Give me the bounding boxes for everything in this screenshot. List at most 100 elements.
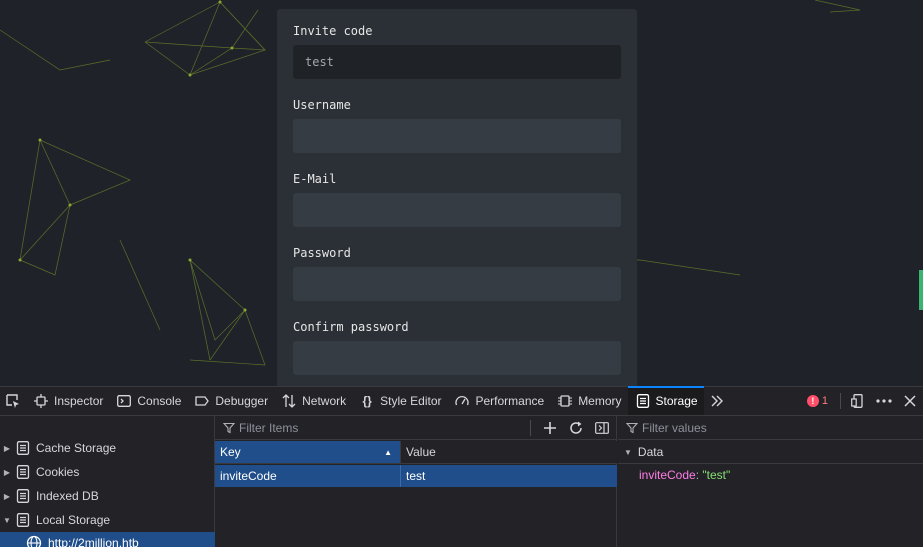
column-header-key[interactable]: Key ▲ bbox=[215, 441, 401, 464]
database-icon bbox=[16, 513, 30, 527]
refresh-button[interactable] bbox=[565, 417, 587, 439]
filter-icon bbox=[626, 422, 638, 433]
tab-label: Debugger bbox=[215, 394, 269, 408]
storage-sidebar: ▶ Cache Storage ▶ Cookies ▶ Indexed DB ▼… bbox=[0, 416, 215, 547]
tree-item-label: Local Storage bbox=[36, 513, 111, 527]
tree-item-origin[interactable]: http://2million.htb bbox=[0, 532, 215, 547]
table-actions bbox=[530, 416, 613, 440]
responsive-mode-icon bbox=[851, 394, 863, 408]
filter-values-bar bbox=[618, 416, 923, 440]
detail-value: "test" bbox=[702, 468, 731, 482]
username-field[interactable] bbox=[293, 119, 621, 153]
database-icon bbox=[16, 465, 30, 479]
tab-network[interactable]: Network bbox=[274, 387, 352, 415]
table-header: Key ▲ Value bbox=[215, 441, 617, 464]
filter-items-input[interactable] bbox=[239, 420, 529, 435]
collapse-arrow-icon: ▼ bbox=[3, 515, 11, 525]
tab-label: Style Editor bbox=[380, 394, 442, 408]
console-icon bbox=[117, 394, 132, 408]
memory-icon bbox=[558, 394, 573, 408]
email-field[interactable] bbox=[293, 193, 621, 227]
tab-style-editor[interactable]: {} Style Editor bbox=[352, 387, 447, 415]
tab-storage[interactable]: Storage bbox=[627, 386, 704, 415]
error-count: 1 bbox=[821, 395, 828, 407]
toggle-sidebar-button[interactable] bbox=[591, 417, 613, 439]
invite-code-field[interactable] bbox=[293, 45, 621, 79]
error-icon: ! bbox=[806, 395, 819, 407]
detail-colon: : bbox=[695, 468, 703, 482]
tab-label: Storage bbox=[655, 394, 698, 408]
filter-items-bar bbox=[215, 416, 617, 440]
password-label: Password bbox=[293, 246, 351, 260]
tree-item-label: Cookies bbox=[36, 465, 80, 479]
tree-item-label: http://2million.htb bbox=[48, 536, 139, 547]
detail-entry[interactable]: inviteCode : "test" bbox=[639, 465, 730, 485]
confirm-password-label: Confirm password bbox=[293, 320, 409, 334]
responsive-design-button[interactable] bbox=[845, 387, 871, 415]
close-icon bbox=[904, 395, 916, 407]
element-picker-icon bbox=[6, 394, 19, 408]
performance-icon bbox=[455, 394, 470, 408]
storage-table-pane: Key ▲ Value inviteCode test bbox=[215, 416, 617, 547]
tab-label: Memory bbox=[578, 394, 622, 408]
tree-item-cache-storage[interactable]: ▶ Cache Storage bbox=[0, 437, 215, 459]
filter-values-input[interactable] bbox=[642, 420, 912, 435]
filter-icon bbox=[223, 422, 235, 433]
database-icon bbox=[16, 489, 30, 503]
expand-arrow-icon: ▶ bbox=[3, 443, 11, 453]
email-label: E-Mail bbox=[293, 172, 337, 186]
inspector-icon bbox=[34, 394, 48, 408]
tree-item-label: Indexed DB bbox=[36, 489, 99, 503]
devtools-toolbar: Inspector Console Debugger Network {} St… bbox=[0, 386, 923, 416]
invite-code-label: Invite code bbox=[293, 24, 373, 38]
column-header-label: Key bbox=[220, 445, 241, 459]
more-options-icon bbox=[876, 399, 892, 403]
tree-item-local-storage[interactable]: ▼ Local Storage bbox=[0, 509, 215, 531]
registration-card: Invite code Username E-Mail Password Con… bbox=[277, 9, 637, 389]
tab-label: Console bbox=[137, 394, 182, 408]
globe-icon bbox=[26, 535, 42, 547]
tab-debugger[interactable]: Debugger bbox=[187, 387, 274, 415]
tree-item-label: Cache Storage bbox=[36, 441, 117, 455]
close-devtools-button[interactable] bbox=[897, 387, 923, 415]
tab-label: Performance bbox=[475, 394, 545, 408]
storage-detail-pane: ▼ Data inviteCode : "test" bbox=[618, 416, 923, 547]
element-picker-button[interactable] bbox=[0, 387, 26, 415]
confirm-password-field[interactable] bbox=[293, 341, 621, 375]
detail-key: inviteCode bbox=[639, 468, 696, 482]
expand-arrow-icon: ▶ bbox=[3, 467, 11, 477]
add-item-button[interactable] bbox=[539, 417, 561, 439]
sort-ascending-icon: ▲ bbox=[384, 447, 392, 457]
plus-icon bbox=[544, 422, 556, 434]
refresh-icon bbox=[570, 421, 582, 434]
sidebar-toggle-icon bbox=[595, 422, 609, 434]
tree-item-cookies[interactable]: ▶ Cookies bbox=[0, 461, 215, 483]
toolbar-divider bbox=[840, 393, 841, 409]
detail-section-header[interactable]: ▼ Data bbox=[618, 441, 923, 464]
table-row[interactable]: inviteCode test bbox=[215, 465, 617, 487]
tab-label: Inspector bbox=[54, 394, 104, 408]
column-header-value[interactable]: Value bbox=[401, 441, 617, 464]
tree-item-indexed-db[interactable]: ▶ Indexed DB bbox=[0, 485, 215, 507]
storage-icon bbox=[636, 394, 650, 408]
style-editor-icon: {} bbox=[362, 394, 372, 408]
expand-arrow-icon: ▶ bbox=[3, 491, 11, 501]
tab-memory[interactable]: Memory bbox=[550, 387, 627, 415]
tab-performance[interactable]: Performance bbox=[447, 387, 550, 415]
username-label: Username bbox=[293, 98, 351, 112]
collapse-arrow-icon: ▼ bbox=[624, 447, 632, 457]
error-count-badge[interactable]: ! 1 bbox=[799, 395, 836, 407]
devtools-menu-button[interactable] bbox=[871, 387, 897, 415]
chevron-double-right-icon bbox=[711, 395, 723, 407]
password-field[interactable] bbox=[293, 267, 621, 301]
database-icon bbox=[16, 441, 30, 455]
cell-value[interactable]: test bbox=[401, 465, 617, 487]
debugger-icon bbox=[195, 394, 210, 408]
more-tools-button[interactable] bbox=[704, 387, 730, 415]
toolbar-right-actions: ! 1 bbox=[799, 387, 923, 415]
tab-inspector[interactable]: Inspector bbox=[26, 387, 109, 415]
cell-key[interactable]: inviteCode bbox=[215, 465, 401, 487]
column-header-label: Value bbox=[406, 445, 436, 459]
detail-section-label: Data bbox=[637, 445, 664, 459]
tab-console[interactable]: Console bbox=[109, 387, 187, 415]
